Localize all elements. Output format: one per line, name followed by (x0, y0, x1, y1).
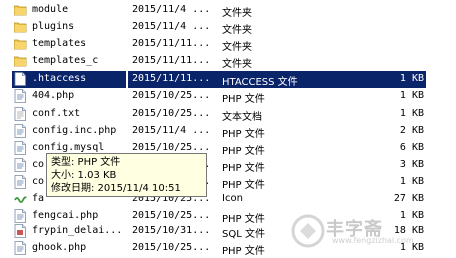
file-date: 2015/11/11... (132, 73, 211, 84)
file-details: 2015/11/11... 文件夹 (128, 53, 426, 70)
file-type: HTACCESS 文件 (222, 77, 298, 88)
php-file-icon (14, 158, 27, 172)
file-type: PHP 文件 (222, 180, 265, 191)
file-date: 2015/10/25... (132, 210, 211, 221)
file-name: co (32, 176, 45, 187)
file-type: 文件夹 (222, 42, 252, 53)
file-name: module (32, 4, 69, 15)
file-size: 27 KB (393, 193, 424, 204)
file-row[interactable]: templates 2015/11/11... 文件夹 (0, 36, 456, 53)
file-type: 文件夹 (222, 59, 252, 70)
php-file-icon (14, 175, 27, 189)
file-size: 3 KB (399, 159, 424, 170)
favicon-icon (14, 192, 27, 206)
folder-icon (13, 20, 27, 34)
file-details: 2015/11/4 ... PHP 文件 2 KB (128, 123, 426, 140)
file-row[interactable]: .htaccess 2015/11/11... HTACCESS 文件 1 KB (0, 71, 456, 88)
php-file-icon (14, 124, 27, 138)
file-name: frypin_delai... (32, 225, 123, 236)
watermark-url: www.fengzizhai.com (332, 236, 414, 245)
file-row[interactable]: conf.txt 2015/10/25... 文本文档 1 KB (0, 106, 456, 123)
file-name: 404.php (32, 90, 75, 101)
folder-icon (13, 54, 27, 68)
file-date: 2015/11/4 ... (132, 21, 211, 32)
file-name: conf.txt (32, 108, 81, 119)
file-name-cell[interactable]: plugins (12, 19, 126, 36)
file-name-cell[interactable]: .htaccess (12, 71, 126, 88)
file-date: 2015/10/25... (132, 90, 211, 101)
tooltip-date: 修改日期: 2015/11/4 10:51 (51, 183, 181, 194)
file-name: co (32, 159, 45, 170)
file-row[interactable]: config.inc.php 2015/11/4 ... PHP 文件 2 KB (0, 123, 456, 140)
file-date: 2015/10/31... (132, 225, 211, 236)
file-size: 1 KB (399, 176, 424, 187)
file-name-cell[interactable]: conf.txt (12, 106, 126, 123)
file-name-cell[interactable]: frypin_delai... (12, 223, 126, 240)
file-date: 2015/10/25... (132, 108, 211, 119)
php-file-icon (14, 209, 27, 223)
file-details: 2015/10/25... PHP 文件 1 KB (128, 88, 426, 105)
file-date: 2015/10/25... (132, 142, 211, 153)
file-size: 1 KB (399, 90, 424, 101)
tooltip-size: 大小: 1.03 KB (51, 170, 117, 181)
file-size: 1 KB (399, 108, 424, 119)
file-name: templates_c (32, 55, 99, 66)
php-file-icon (14, 241, 27, 255)
file-row[interactable]: templates_c 2015/11/11... 文件夹 (0, 53, 456, 70)
file-type: 文件夹 (222, 25, 252, 36)
file-name: fa (32, 193, 45, 204)
file-details: 2015/11/11... HTACCESS 文件 1 KB (128, 71, 426, 88)
file-name: config.mysql (32, 142, 105, 153)
file-name-cell[interactable]: 404.php (12, 88, 126, 105)
file-name: plugins (32, 21, 75, 32)
file-info-tooltip: 类型: PHP 文件 大小: 1.03 KB 修改日期: 2015/11/4 1… (46, 153, 207, 197)
file-row[interactable]: module 2015/11/4 ... 文件夹 (0, 2, 456, 19)
file-row[interactable]: 404.php 2015/10/25... PHP 文件 1 KB (0, 88, 456, 105)
file-type: PHP 文件 (222, 246, 265, 257)
file-date: 2015/11/4 ... (132, 4, 211, 15)
file-name: ghook.php (32, 242, 87, 253)
php-file-icon (14, 89, 27, 103)
file-row[interactable]: plugins 2015/11/4 ... 文件夹 (0, 19, 456, 36)
file-name: .htaccess (32, 73, 87, 84)
file-type: PHP 文件 (222, 129, 265, 140)
file-type: PHP 文件 (222, 146, 265, 157)
folder-icon (13, 37, 27, 51)
file-type: PHP 文件 (222, 163, 265, 174)
file-details: 2015/10/25... 文本文档 1 KB (128, 106, 426, 123)
file-size: 2 KB (399, 125, 424, 136)
sql-file-icon (14, 224, 27, 238)
text-file-icon (14, 107, 27, 121)
file-details: 2015/11/11... 文件夹 (128, 36, 426, 53)
file-name-cell[interactable]: module (12, 2, 126, 19)
php-file-icon (14, 141, 27, 155)
file-details: 2015/11/4 ... 文件夹 (128, 2, 426, 19)
file-date: 2015/11/11... (132, 55, 211, 66)
file-type: 文件夹 (222, 8, 252, 19)
site-watermark: 丰字斋 www.fengzizhai.com (286, 209, 456, 252)
watermark-logo-icon (291, 214, 325, 248)
file-name-cell[interactable]: templates_c (12, 53, 126, 70)
file-size: 6 KB (399, 142, 424, 153)
file-name-cell[interactable]: config.inc.php (12, 123, 126, 140)
file-icon (14, 72, 27, 86)
file-date: 2015/11/11... (132, 38, 211, 49)
file-date: 2015/11/4 ... (132, 125, 211, 136)
folder-icon (13, 3, 27, 17)
file-type: 文本文档 (222, 112, 262, 123)
file-type: Icon (222, 193, 243, 204)
file-date: 2015/10/25... (132, 242, 211, 253)
file-name: config.inc.php (32, 125, 117, 136)
file-name: fengcai.php (32, 210, 99, 221)
tooltip-type: 类型: PHP 文件 (51, 157, 121, 168)
file-size: 1 KB (399, 73, 424, 84)
file-type: SQL 文件 (222, 229, 265, 240)
file-name-cell[interactable]: ghook.php (12, 240, 126, 257)
file-type: PHP 文件 (222, 94, 265, 105)
file-name: templates (32, 38, 87, 49)
file-details: 2015/11/4 ... 文件夹 (128, 19, 426, 36)
file-name-cell[interactable]: templates (12, 36, 126, 53)
